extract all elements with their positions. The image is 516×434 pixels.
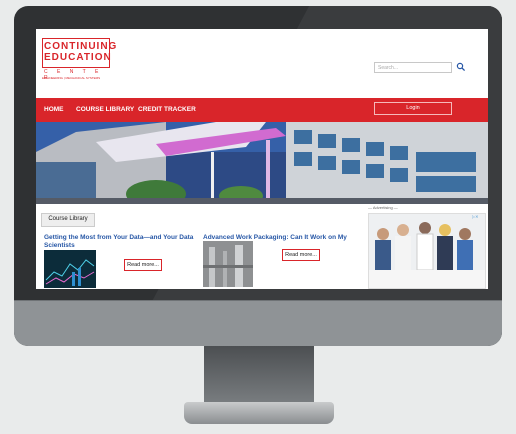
monitor-stand-base [184,402,334,424]
main-nav: HOME COURSE LIBRARY CREDIT TRACKER Login [36,98,488,122]
website-screen: CONTINUING EDUCATION C E N T E R ENGINEE… [36,29,488,289]
login-button[interactable]: Login [374,102,452,115]
tab-course-library[interactable]: Course Library [41,213,95,227]
course-title-1[interactable]: Getting the Most from Your Data—and Your… [44,234,194,250]
nav-item-course-library[interactable]: COURSE LIBRARY [76,106,134,113]
logo-line-2: EDUCATION [44,52,112,63]
ad-close-icon[interactable]: ▷✕ [472,214,478,219]
nav-item-credit-tracker[interactable]: CREDIT TRACKER [138,106,196,113]
read-more-button-1[interactable]: Read more... [124,259,162,271]
search-icon[interactable] [456,62,466,72]
search-input[interactable]: Search... [374,62,452,73]
advertising-label: — Advertising — [368,205,398,210]
logo-line-1: CONTINUING [44,41,118,52]
site-logo[interactable]: CONTINUING EDUCATION C E N T E R ENGINEE… [42,38,118,81]
monitor-stand-neck [204,346,314,406]
monitor-chin [14,300,502,346]
course-thumbnail-1[interactable] [44,250,96,288]
course-thumbnail-2[interactable] [203,241,253,287]
nav-item-home[interactable]: HOME [44,106,64,113]
hero-banner-image [36,122,488,204]
advertisement-banner[interactable] [368,213,486,289]
read-more-button-2[interactable]: Read more... [282,249,320,261]
logo-tagline: ENGINEERING | MECHANICAL SYSTEMS [42,76,101,80]
